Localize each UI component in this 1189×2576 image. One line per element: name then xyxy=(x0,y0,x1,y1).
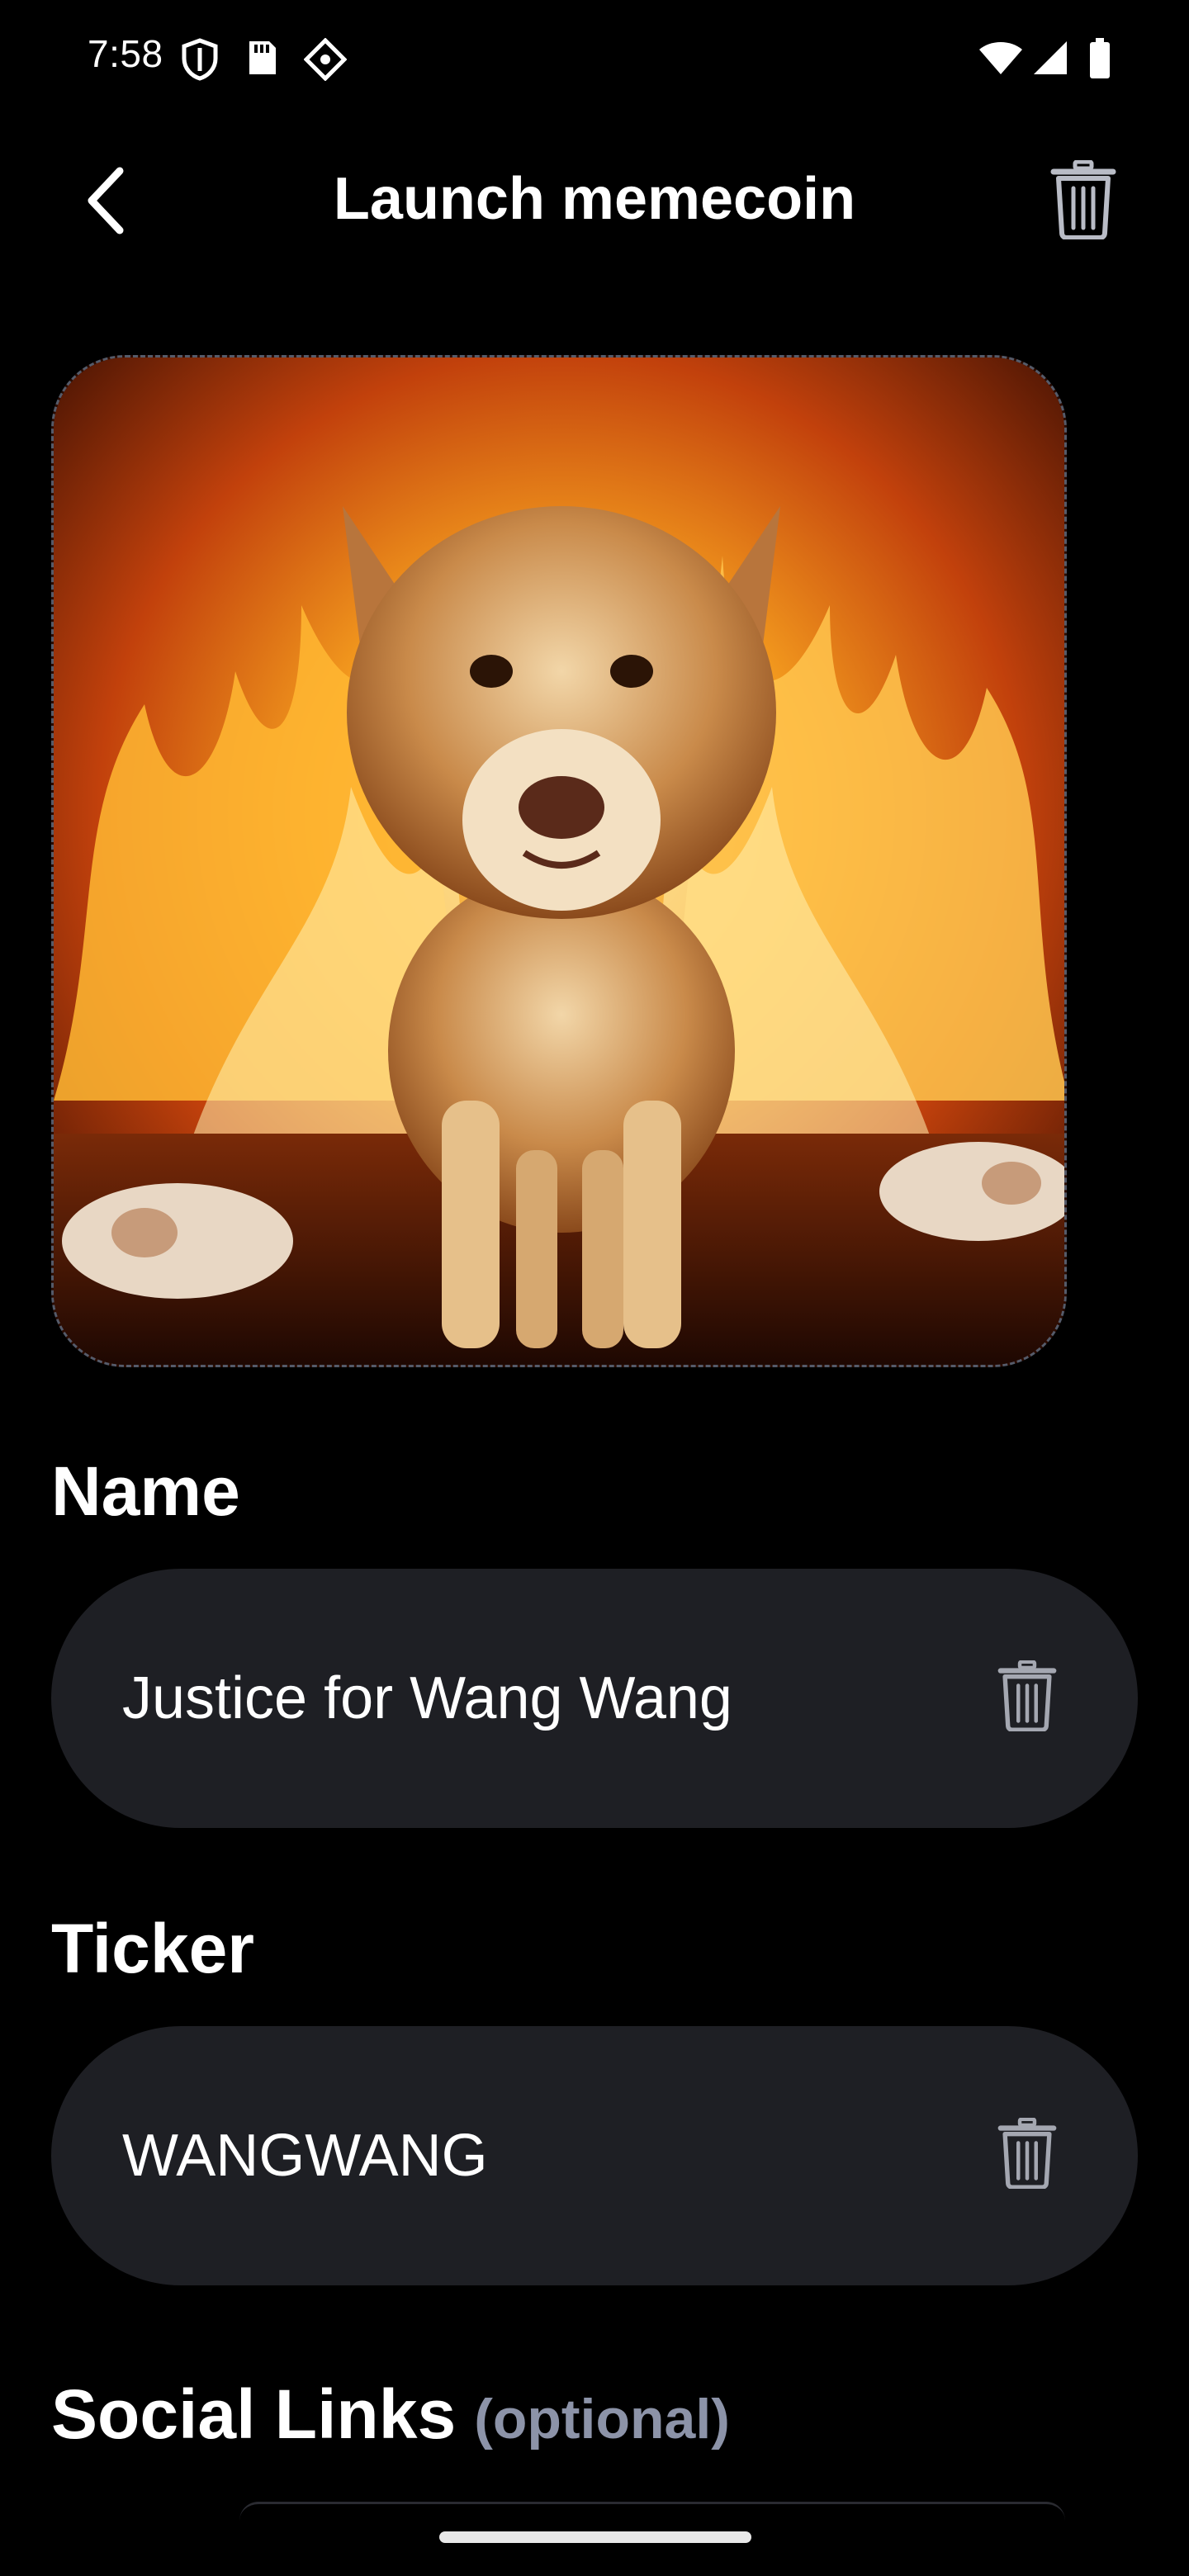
trash-icon xyxy=(997,1660,1057,1735)
ticker-input[interactable]: WANGWANG xyxy=(122,2026,488,2285)
optional-hint: (optional) xyxy=(474,2388,730,2451)
name-input[interactable]: Justice for Wang Wang xyxy=(122,1569,732,1828)
status-time: 7:58 xyxy=(88,32,163,75)
home-indicator[interactable] xyxy=(439,2531,751,2543)
delete-draft-button[interactable] xyxy=(1044,159,1123,244)
cell-signal-icon xyxy=(1032,40,1068,80)
social-links-label: Social Links (optional) xyxy=(51,2375,730,2455)
battery-icon xyxy=(1088,38,1111,83)
wifi-icon xyxy=(978,40,1024,80)
ticker-label: Ticker xyxy=(51,1910,254,1987)
shield-icon xyxy=(180,38,220,85)
page-title: Launch memecoin xyxy=(333,166,856,232)
sd-card-icon xyxy=(246,38,279,82)
trash-icon xyxy=(997,2117,1057,2193)
coin-image[interactable] xyxy=(51,355,1067,1367)
name-label: Name xyxy=(51,1452,240,1530)
ticker-field[interactable]: WANGWANG xyxy=(51,2026,1138,2285)
clear-name-button[interactable] xyxy=(988,1655,1067,1740)
app-header: Launch memecoin xyxy=(0,140,1189,264)
name-field[interactable]: Justice for Wang Wang xyxy=(51,1569,1138,1828)
status-bar: 7:58 xyxy=(0,0,1189,116)
clear-ticker-button[interactable] xyxy=(988,2112,1067,2198)
diamond-app-icon xyxy=(303,37,348,85)
trash-icon xyxy=(1050,159,1116,244)
social-links-title: Social Links xyxy=(51,2375,457,2453)
social-link-field-edge[interactable] xyxy=(239,2502,1065,2521)
